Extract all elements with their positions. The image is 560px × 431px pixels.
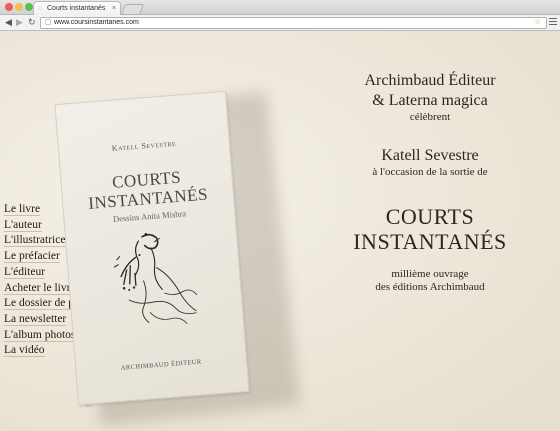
address-bar[interactable]: ▢ www.coursinstantanes.com bbox=[40, 17, 547, 29]
book-author: Katell Sevestre bbox=[111, 138, 177, 153]
back-icon[interactable]: ◀ bbox=[5, 17, 12, 28]
browser-window: ◌ Courts instantanés × ◀ ▶ ↻ ▢ www.cours… bbox=[0, 0, 560, 431]
minimize-window-button[interactable] bbox=[15, 3, 23, 11]
browser-tab[interactable]: ◌ Courts instantanés × bbox=[33, 1, 121, 15]
browser-toolbar: ◀ ▶ ↻ ▢ www.coursinstantanes.com ☆ bbox=[0, 15, 560, 31]
publisher-line: Archimbaud Éditeur bbox=[364, 72, 496, 89]
tab-close-icon[interactable]: × bbox=[112, 4, 116, 13]
tab-title: Courts instantanés bbox=[47, 5, 106, 12]
book-publisher: ARCHIMBAUD ÉDITEUR bbox=[120, 358, 202, 372]
milestone-line1: millième ouvrage bbox=[391, 268, 469, 280]
occasion-text: à l'occasion de la sortie de bbox=[372, 166, 488, 178]
close-window-button[interactable] bbox=[5, 3, 13, 11]
sidebar-item-label: La newsletter bbox=[4, 312, 67, 326]
reload-icon[interactable]: ↻ bbox=[28, 17, 36, 28]
sidebar-item-label: L'auteur bbox=[4, 218, 42, 232]
sidebar-item-label: L'album photos bbox=[4, 328, 76, 342]
title-line1: COURTS bbox=[385, 204, 475, 229]
ink-drawing-illustration bbox=[113, 233, 198, 324]
tab-bar: ◌ Courts instantanés × bbox=[0, 0, 560, 15]
sidebar-item-label: La vidéo bbox=[4, 344, 45, 358]
partner-line: & Laterna magica bbox=[372, 92, 488, 109]
sidebar-item-label: Le livre bbox=[4, 203, 41, 216]
author-name: Katell Sevestre bbox=[381, 147, 479, 164]
page-info-icon: ▢ bbox=[45, 19, 52, 26]
maximize-window-button[interactable] bbox=[25, 3, 33, 11]
announcement-header: Archimbaud Éditeur & Laterna magica célè… bbox=[300, 71, 560, 124]
sidebar-item-label: L'éditeur bbox=[4, 265, 46, 279]
forward-icon[interactable]: ▶ bbox=[16, 17, 23, 28]
sidebar-item-label: Le préfacier bbox=[4, 250, 60, 264]
page-content: Le livre L'auteur L'illustratrice Le pré… bbox=[0, 31, 560, 431]
book-cover-image: Katell Sevestre COURTS INSTANTANÉS Dessi… bbox=[54, 90, 250, 406]
menu-icon[interactable] bbox=[549, 18, 557, 27]
bookmark-star-icon[interactable]: ☆ bbox=[534, 17, 541, 27]
milestone-line2: des éditions Archimbaud bbox=[375, 281, 485, 293]
sidebar-item-label: L'illustratrice bbox=[4, 234, 66, 248]
announcement-title: COURTS INSTANTANÉS bbox=[300, 204, 560, 254]
celebrate-line: célèbrent bbox=[409, 111, 451, 123]
url-text: www.coursinstantanes.com bbox=[54, 19, 139, 26]
page-icon: ◌ bbox=[38, 5, 43, 12]
announcement-author: Katell Sevestre à l'occasion de la sorti… bbox=[300, 146, 560, 179]
sidebar-item-label: Acheter le livre bbox=[4, 281, 76, 295]
title-line2: INSTANTANÉS bbox=[353, 229, 507, 254]
new-tab-button[interactable] bbox=[120, 4, 145, 15]
announcement-milestone: millième ouvrage des éditions Archimbaud bbox=[300, 268, 560, 294]
